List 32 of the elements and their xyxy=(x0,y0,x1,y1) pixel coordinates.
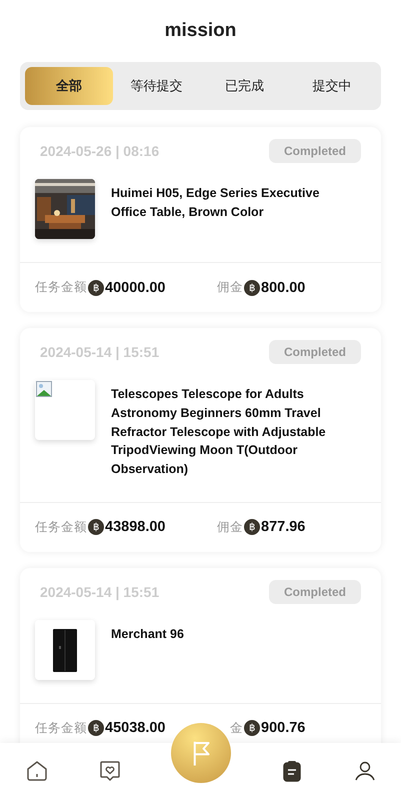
status-badge: Completed xyxy=(268,139,361,163)
currency-icon: ฿ xyxy=(244,280,260,296)
product-name: Huimei H05, Edge Series Executive Office Table, Brown Color xyxy=(111,185,320,221)
page-title: mission xyxy=(164,19,238,43)
currency-icon: ฿ xyxy=(88,280,104,296)
commission-amount: 900.76 xyxy=(261,720,306,736)
tab[interactable]: 已完成 xyxy=(200,67,288,105)
amount-label: 任务金额 xyxy=(35,518,87,536)
commission-label: 金 xyxy=(229,720,243,737)
status-badge: Completed xyxy=(268,340,361,364)
status-badge: Completed xyxy=(268,580,361,604)
chat-icon[interactable] xyxy=(98,758,122,782)
commission-label: 佣金 xyxy=(217,518,243,536)
currency-icon: ฿ xyxy=(244,519,260,536)
broken-image-icon xyxy=(36,381,52,397)
tab[interactable]: 提交中 xyxy=(288,67,376,105)
commission-label: 佣金 xyxy=(217,279,243,296)
amount-label: 任务金额 xyxy=(35,720,87,737)
product-name: Telescopes Telescope for Adults Astronomy Beginners 60mm Travel Refractor Telescope with Adjustable TripodViewing Moon T(Outdoor Observation) xyxy=(111,386,327,478)
commission-amount: 800.00 xyxy=(261,280,306,296)
home-icon[interactable] xyxy=(24,758,48,782)
currency-icon: ฿ xyxy=(88,519,104,536)
currency-icon: ฿ xyxy=(88,720,104,736)
tab[interactable]: 全部 xyxy=(25,67,113,105)
task-amount: 45038.00 xyxy=(105,720,166,736)
task-amount: 40000.00 xyxy=(105,280,166,296)
currency-icon: ฿ xyxy=(244,720,260,736)
commission-amount: 877.96 xyxy=(261,519,306,536)
product-name: Merchant 96 xyxy=(111,626,185,643)
amount-label: 任务金额 xyxy=(35,279,87,296)
tab[interactable]: 等待提交 xyxy=(112,67,200,105)
task-amount: 43898.00 xyxy=(105,519,166,536)
